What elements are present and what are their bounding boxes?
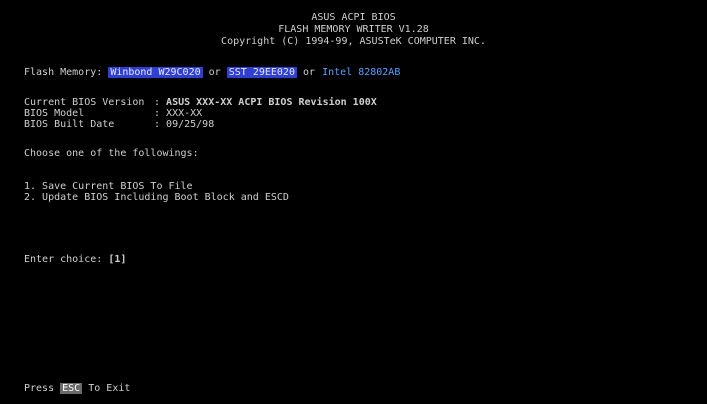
esc-key-label[interactable]: ESC (60, 383, 83, 394)
bios-flash-screen: ASUS ACPI BIOS FLASH MEMORY WRITER V1.28… (0, 0, 707, 404)
bios-model-label: BIOS Model (24, 108, 85, 119)
or-separator: or (303, 67, 316, 78)
menu-item-update-bios[interactable]: 2. Update BIOS Including Boot Block and … (24, 192, 289, 203)
exit-press-text: Press (24, 383, 55, 394)
choose-prompt: Choose one of the followings: (24, 148, 199, 159)
flash-chip-sst: SST 29EE020 (226, 67, 297, 78)
writer-version: FLASH MEMORY WRITER V1.28 (278, 24, 429, 35)
copyright-text: Copyright (C) 1994-99, ASUSTeK COMPUTER … (221, 36, 486, 47)
menu-item-save-bios[interactable]: 1. Save Current BIOS To File (24, 181, 193, 192)
enter-choice-row: Enter choice: [1] (24, 254, 126, 265)
flash-memory-label: Flash Memory: (24, 67, 103, 78)
bios-version-value: ASUS XXX-XX ACPI BIOS Revision 100X (166, 97, 377, 108)
flash-chip-winbond: Winbond W29C020 (108, 67, 203, 78)
bios-version-label: Current BIOS Version (24, 97, 145, 108)
choice-input[interactable]: [1] (108, 254, 126, 265)
bios-version-row: Current BIOS Version: ASUS XXX-XX ACPI B… (24, 97, 377, 108)
or-separator: or (208, 67, 221, 78)
flash-chip-intel: Intel 82802AB (322, 67, 401, 78)
bios-date-label: BIOS Built Date (24, 119, 115, 130)
exit-hint: Press ESC To Exit (24, 383, 130, 394)
bios-model-value: XXX-XX (166, 108, 203, 119)
enter-choice-label: Enter choice: (24, 254, 103, 265)
bios-date-value: 09/25/98 (166, 119, 215, 130)
bios-model-row: BIOS Model: XXX-XX (24, 108, 203, 119)
exit-action-text: To Exit (88, 383, 131, 394)
bios-date-row: BIOS Built Date: 09/25/98 (24, 119, 215, 130)
flash-memory-row: Flash Memory: Winbond W29C020 or SST 29E… (24, 67, 401, 78)
bios-title: ASUS ACPI BIOS (311, 12, 396, 23)
